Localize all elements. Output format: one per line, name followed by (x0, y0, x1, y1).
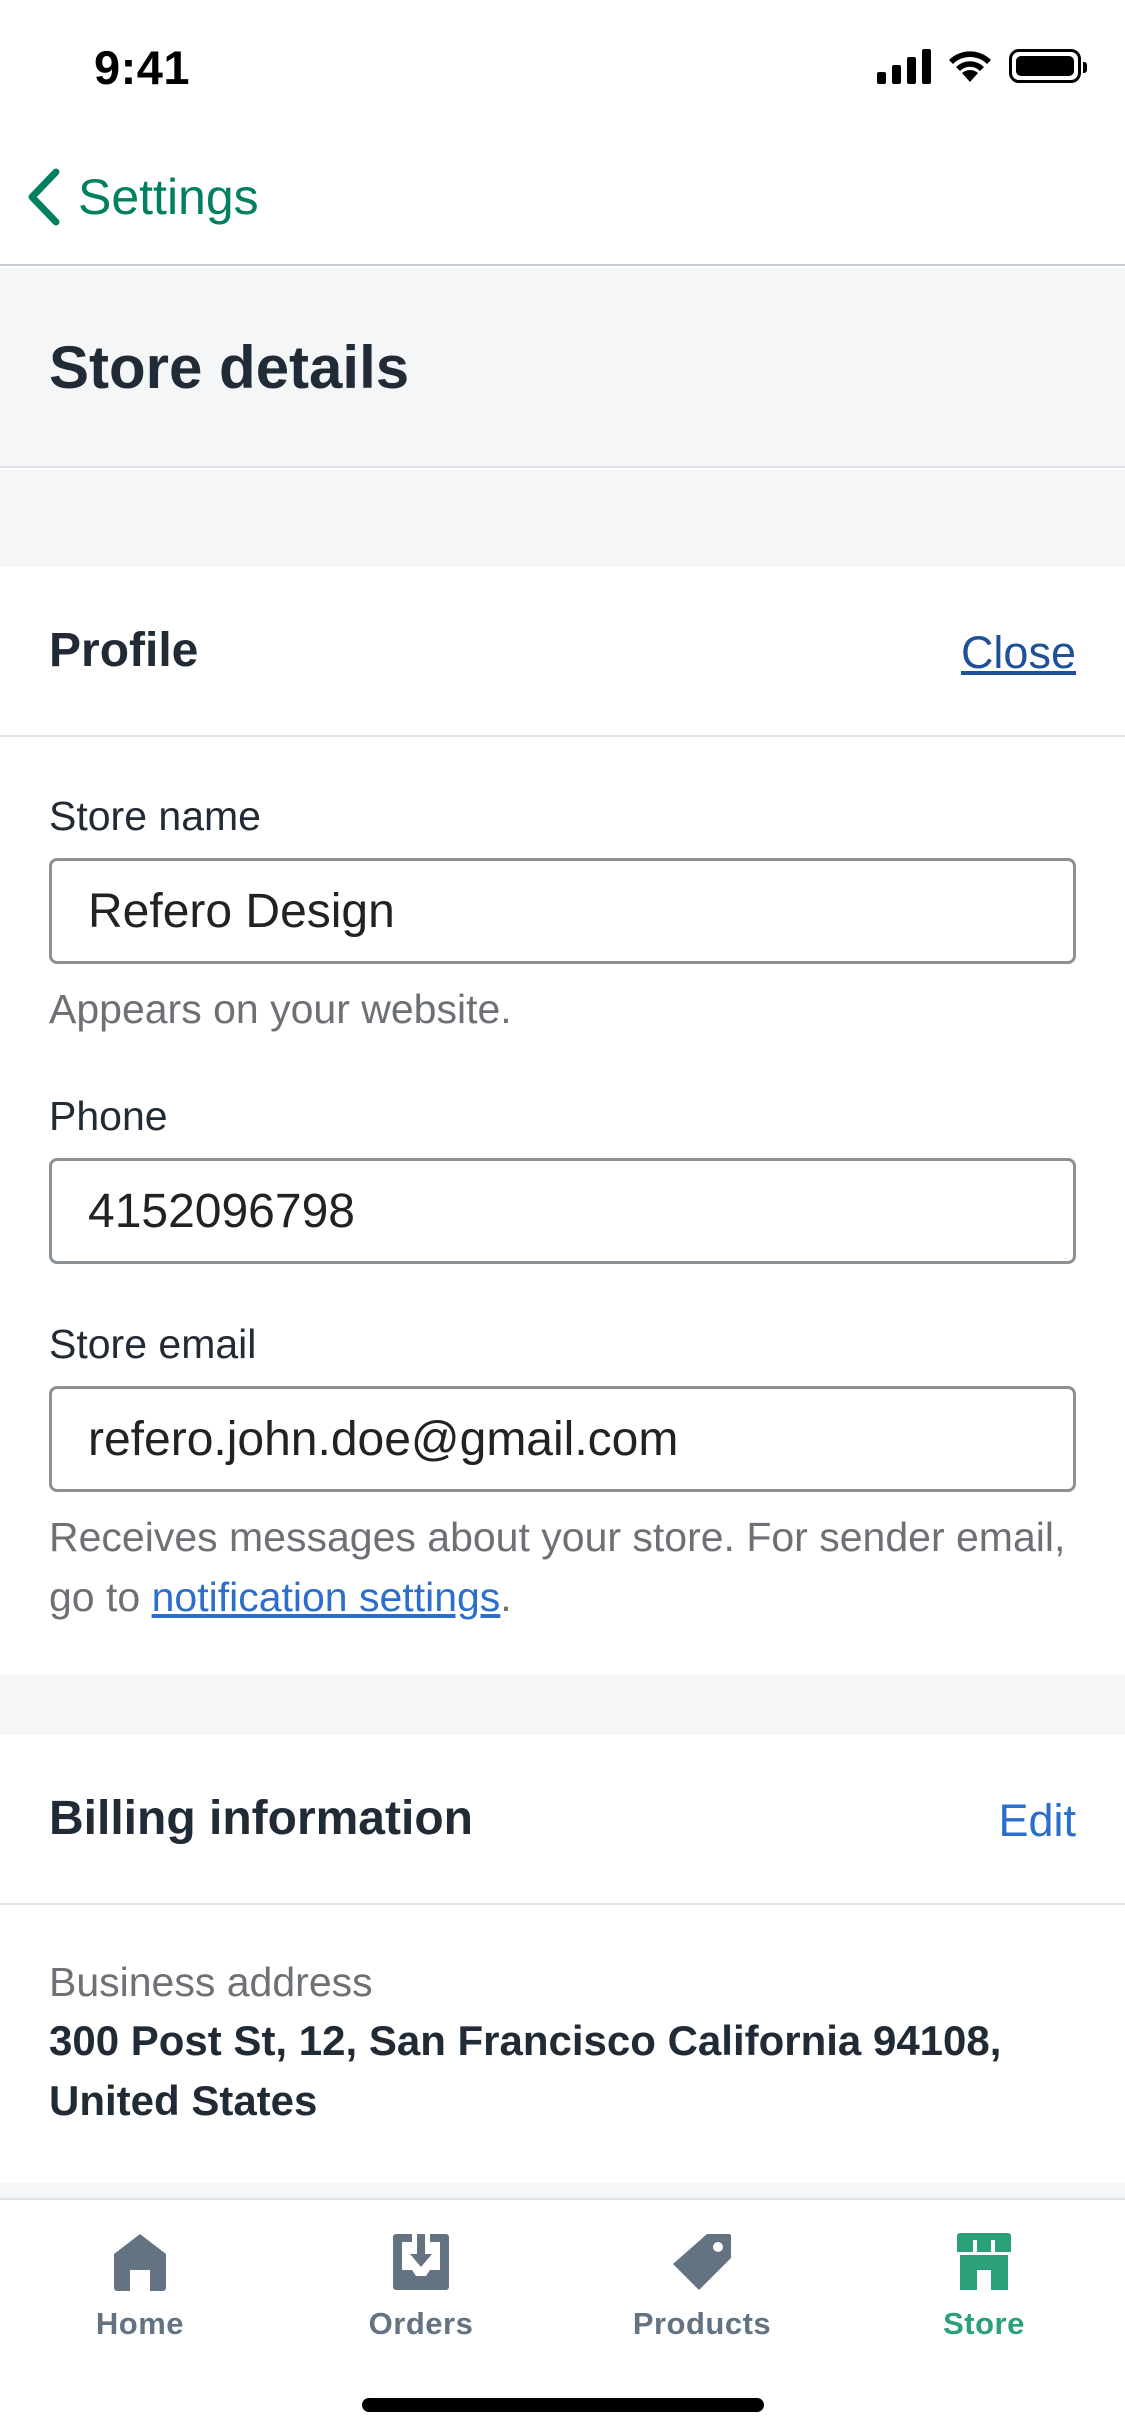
billing-card-header: Billing information Edit (0, 1735, 1125, 1905)
profile-title: Profile (49, 624, 199, 677)
store-email-input[interactable] (49, 1386, 1076, 1492)
status-bar: 9:41 (0, 0, 1125, 136)
edit-button[interactable]: Edit (998, 1795, 1076, 1847)
page-title: Store details (49, 334, 410, 401)
chevron-left-icon (28, 168, 60, 226)
profile-card: Profile Close Store name Appears on your… (0, 567, 1125, 1675)
tab-home-label: Home (95, 2306, 185, 2341)
wifi-icon (949, 51, 991, 82)
page-header: Store details (0, 268, 1125, 468)
home-indicator[interactable] (362, 2398, 764, 2412)
billing-card: Billing information Edit Business addres… (0, 1735, 1125, 2183)
notification-settings-link[interactable]: notification settings (152, 1574, 501, 1620)
tab-store[interactable]: Store (874, 2232, 1094, 2342)
tab-products-label: Products (632, 2306, 772, 2341)
tag-icon (673, 2234, 731, 2290)
store-email-label: Store email (49, 1321, 257, 1367)
battery-icon (1009, 49, 1087, 83)
status-icons (877, 48, 1087, 84)
tab-orders[interactable]: Orders (311, 2232, 531, 2342)
navigation-bar: Settings (0, 136, 1125, 266)
section-spacer (0, 1675, 1125, 1735)
back-button[interactable]: Settings (24, 166, 259, 228)
tab-home[interactable]: Home (30, 2232, 250, 2342)
store-name-label: Store name (49, 793, 261, 839)
home-icon (114, 2234, 166, 2291)
store-icon (957, 2233, 1011, 2290)
back-button-label: Settings (78, 169, 259, 225)
phone-input[interactable] (49, 1158, 1076, 1264)
business-address-label: Business address (49, 1959, 373, 2005)
business-address-value: 300 Post St, 12, San Francisco Californi… (49, 2017, 1002, 2124)
store-email-help-suffix: . (500, 1574, 512, 1620)
tab-products[interactable]: Products (592, 2232, 812, 2342)
billing-title: Billing information (49, 1792, 473, 1845)
store-name-input[interactable] (49, 858, 1076, 964)
section-spacer (0, 470, 1125, 567)
profile-card-header: Profile Close (0, 567, 1125, 737)
tab-store-label: Store (943, 2306, 1025, 2341)
tab-orders-label: Orders (368, 2306, 474, 2341)
status-time: 9:41 (94, 41, 191, 94)
cellular-signal-icon (877, 48, 931, 84)
store-email-help: Receives messages about your store. For … (49, 1507, 1069, 1627)
orders-icon (393, 2234, 449, 2290)
phone-label: Phone (49, 1093, 168, 1139)
store-name-help: Appears on your website. (49, 986, 512, 1032)
section-spacer (0, 2183, 1125, 2198)
close-button[interactable]: Close (961, 627, 1076, 679)
